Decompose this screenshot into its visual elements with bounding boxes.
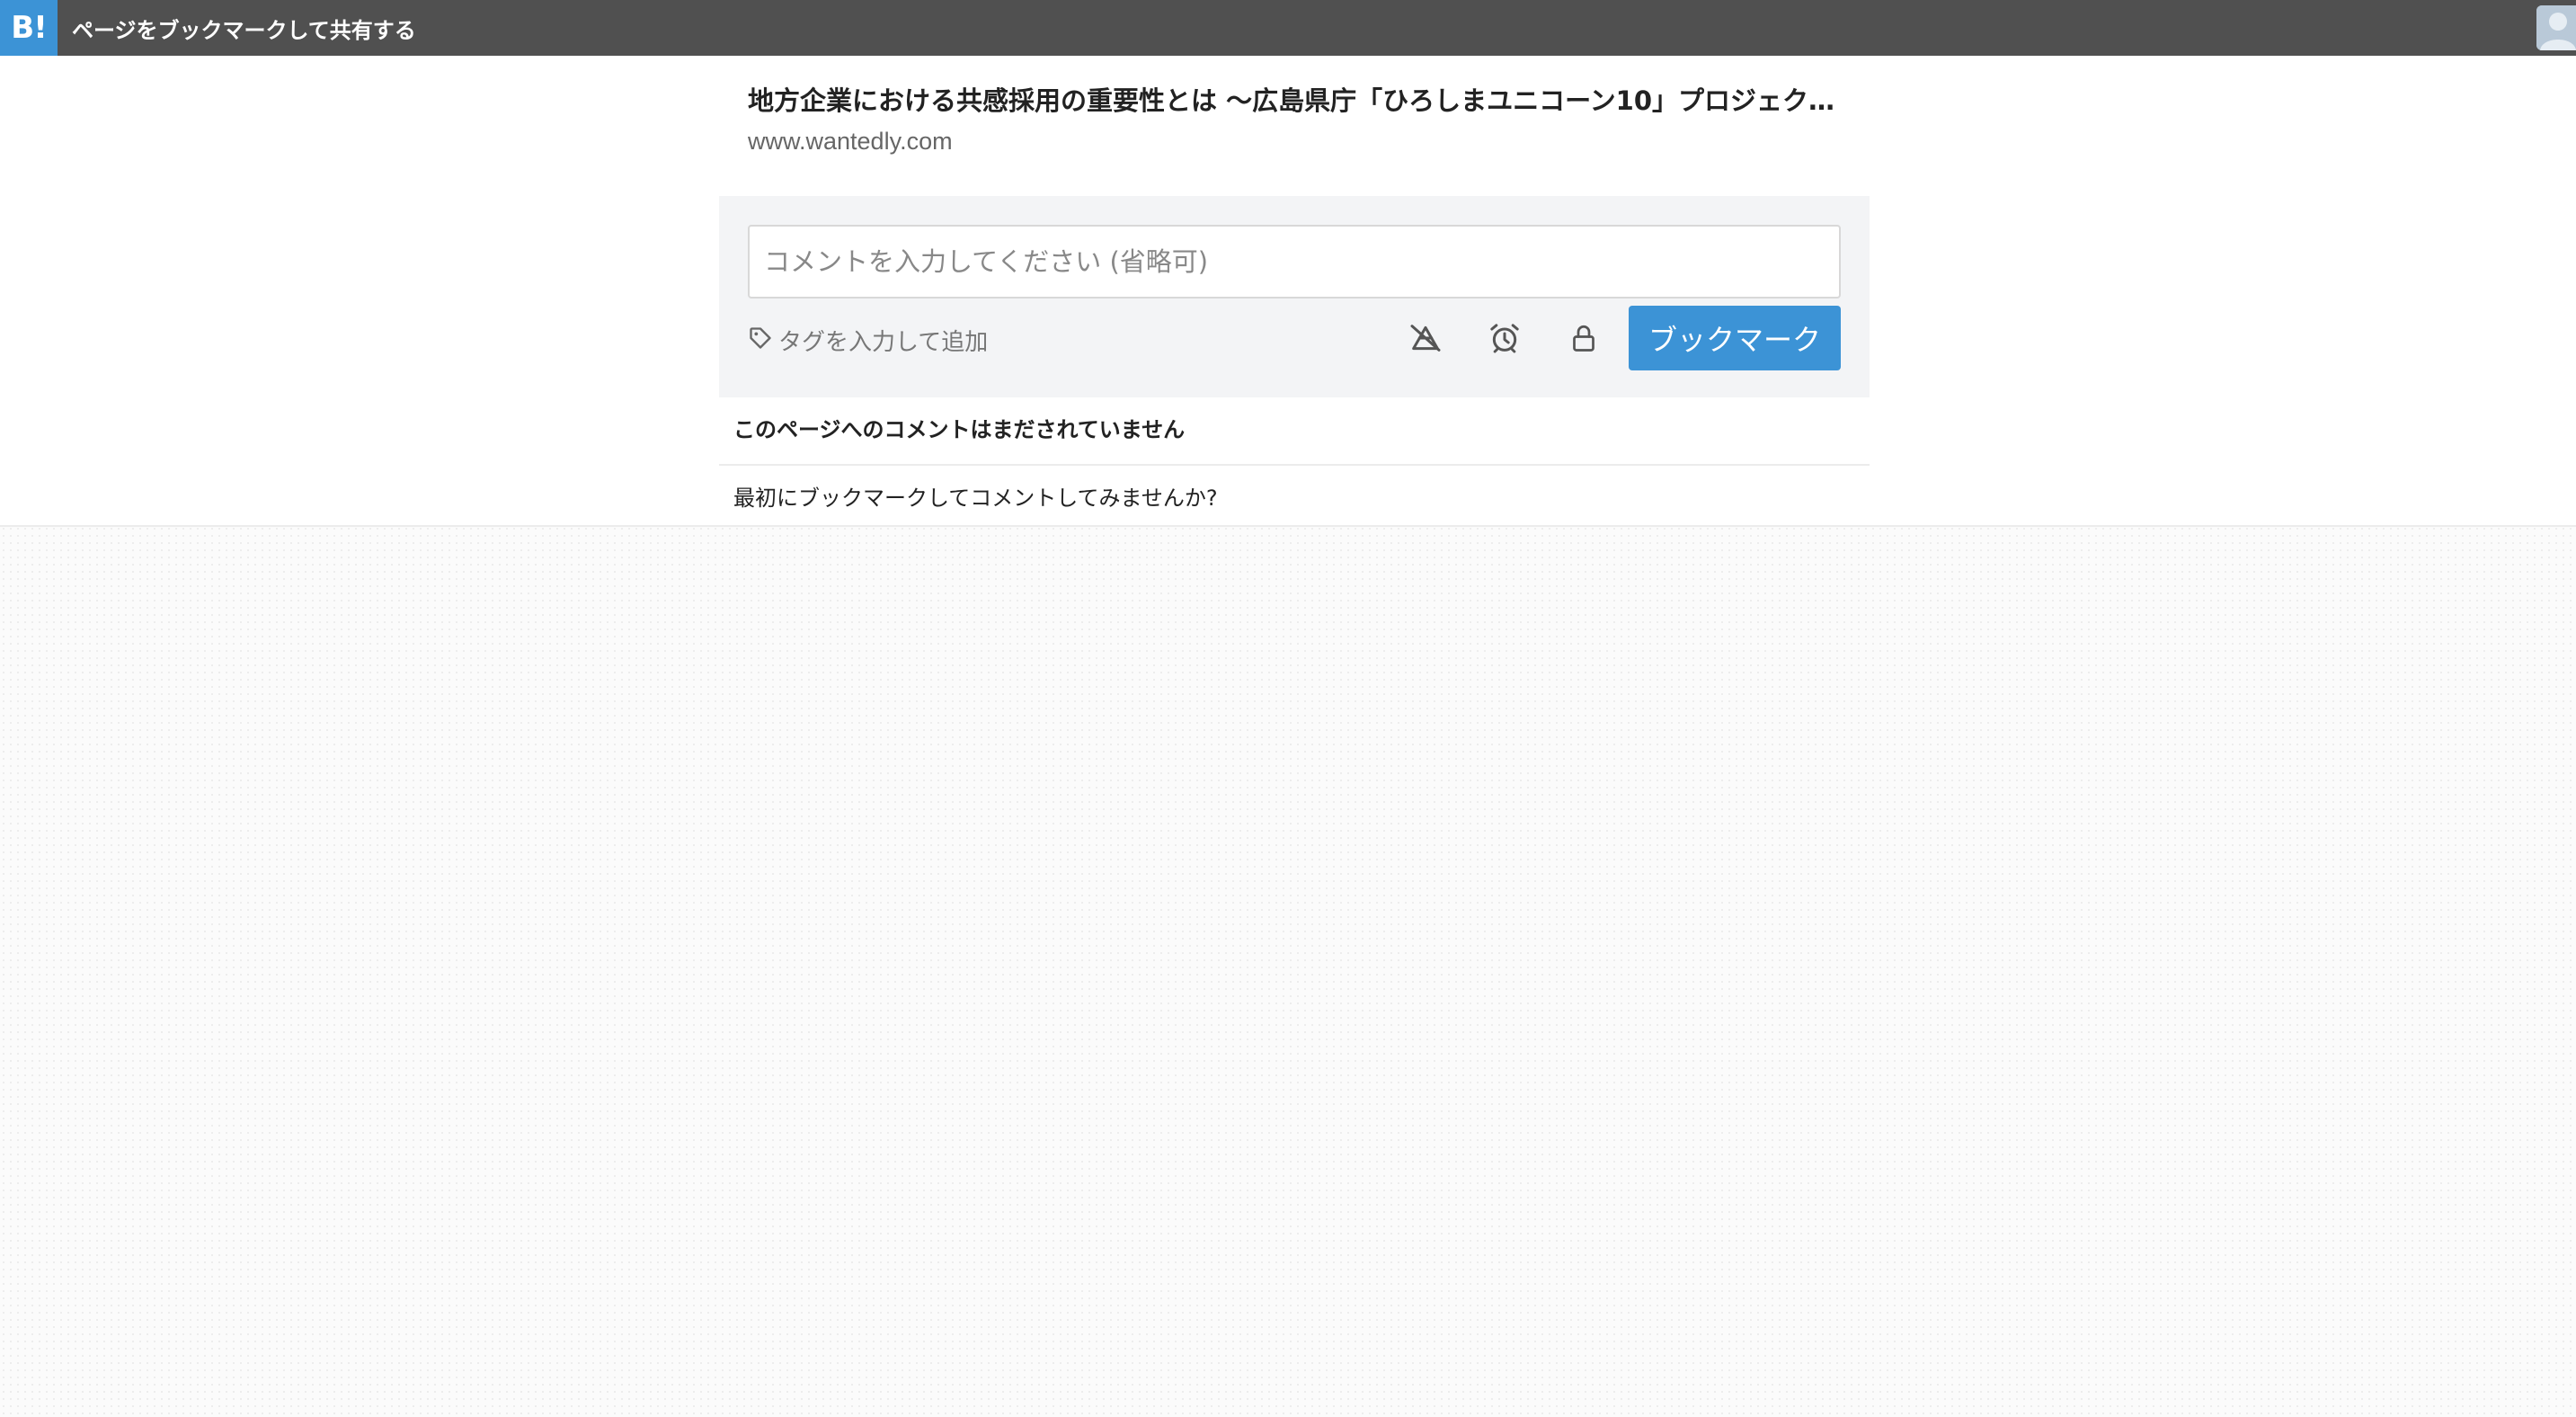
user-avatar-icon[interactable]: [2536, 5, 2576, 50]
tag-icon: [748, 325, 773, 354]
entry-domain[interactable]: www.wantedly.com: [748, 128, 1853, 156]
bookmark-button[interactable]: ブックマーク: [1629, 306, 1841, 370]
share-off-icon: [1408, 320, 1443, 360]
comments-empty-message: 最初にブックマークしてコメントしてみませんか?: [733, 486, 1218, 511]
add-tag-button[interactable]: タグを入力して追加: [748, 322, 988, 358]
comment-input[interactable]: [748, 225, 1841, 299]
entry-title[interactable]: 地方企業における共感採用の重要性とは 〜広島県庁「ひろしまユニコーン10」プロジ…: [748, 83, 1853, 119]
divider: [719, 464, 1870, 466]
comments-heading: このページへのコメントはまだされていません: [733, 417, 1186, 442]
bookmark-form: タグを入力して追加: [719, 196, 1870, 397]
hatena-bookmark-logo[interactable]: B!: [0, 0, 58, 56]
private-toggle-button[interactable]: [1557, 311, 1611, 369]
top-bar: B! ページをブックマークして共有する: [0, 0, 2576, 56]
reminder-toggle-button[interactable]: [1478, 311, 1532, 369]
add-tag-label: タグを入力して追加: [778, 328, 989, 356]
bookmark-panel: 地方企業における共感採用の重要性とは 〜広島県庁「ひろしまユニコーン10」プロジ…: [0, 56, 2576, 527]
page-title: ページをブックマークして共有する: [72, 17, 416, 43]
alarm-clock-icon: [1487, 320, 1523, 360]
lock-icon: [1568, 322, 1600, 358]
share-toggle-button[interactable]: [1399, 311, 1452, 369]
entry-info: 地方企業における共感採用の重要性とは 〜広島県庁「ひろしまユニコーン10」プロジ…: [748, 83, 1853, 156]
